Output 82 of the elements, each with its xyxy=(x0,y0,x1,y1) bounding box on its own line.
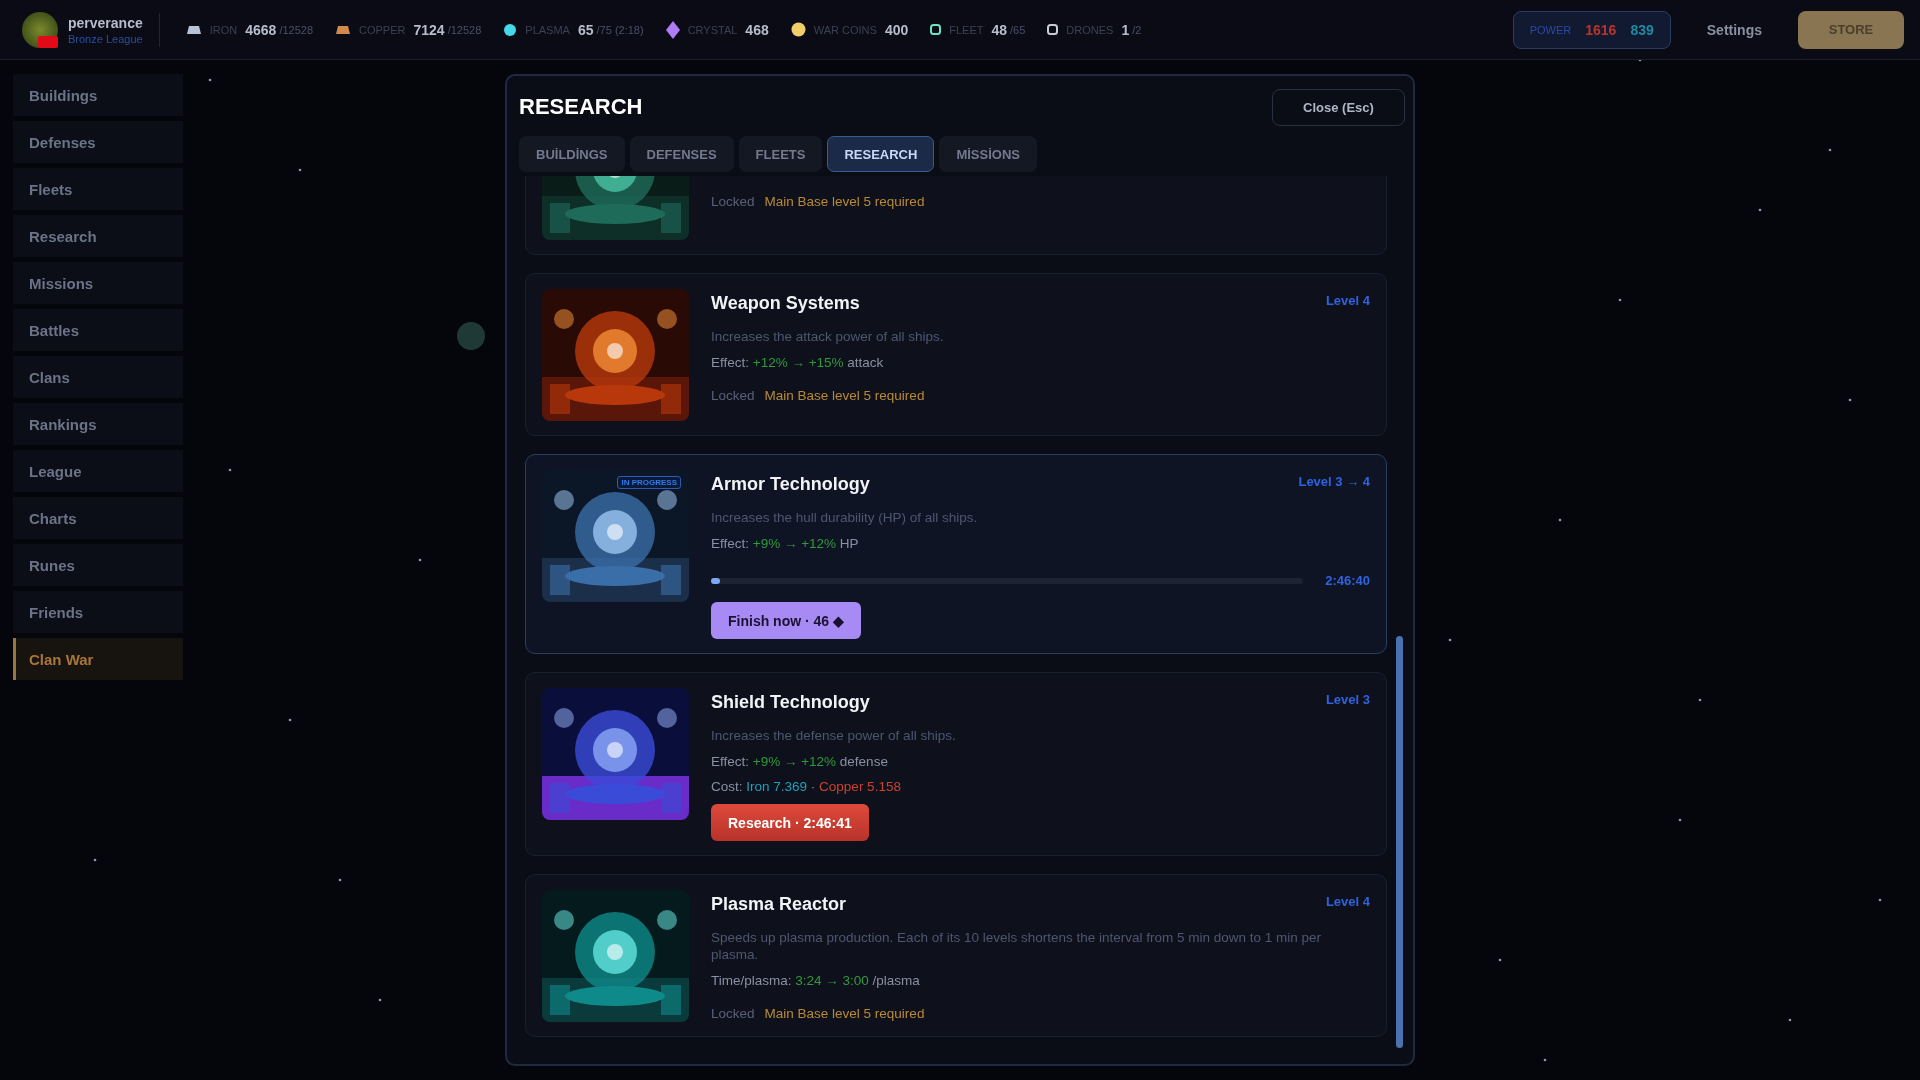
orb-icon xyxy=(503,22,518,37)
level-label: Level 4 xyxy=(1325,293,1370,308)
locked-label: Locked xyxy=(711,1006,755,1021)
metal-bar-icon xyxy=(185,24,202,35)
sidebar-item[interactable]: Battles xyxy=(13,309,183,351)
tab[interactable]: BUİLDİNGS xyxy=(519,136,625,172)
tab[interactable]: DEFENSES xyxy=(629,136,734,172)
description-text: Increases the defense power of all ships. xyxy=(711,727,957,744)
research-button[interactable]: Research · 2:46:41 xyxy=(711,804,869,841)
attack-power: 1616 xyxy=(1585,21,1617,38)
modal-title: RESEARCH xyxy=(519,94,643,120)
card-title: Armor Technology xyxy=(711,474,870,495)
cost-text: Cost: Iron 7.369 · Copper 5.158 xyxy=(711,779,902,794)
resource-cap: /12528 xyxy=(279,23,314,36)
square-icon xyxy=(1047,24,1059,35)
effect-text: Effect: +12% → +15% attack xyxy=(711,355,885,370)
coin-icon xyxy=(790,22,806,37)
requirement-text: Main Base level 5 required xyxy=(764,194,925,209)
card-title: Weapon Systems xyxy=(711,293,860,314)
sidebar-item[interactable]: Missions xyxy=(13,262,183,304)
resource-label: COPPER xyxy=(359,23,406,36)
locked-label: Locked xyxy=(711,194,755,209)
resource-value: 400 xyxy=(884,21,909,38)
effect-text: Effect: +9% → +12% defense xyxy=(711,754,889,769)
resource-value: 65 xyxy=(577,21,594,38)
resource-label: IRON xyxy=(209,23,238,36)
resource-label: CRYSTAL xyxy=(687,23,738,36)
resource-label: FLEET xyxy=(949,23,984,36)
description-text: Increases the hull durability (HP) of all ships. xyxy=(711,509,979,526)
requirement-text: Main Base level 5 required xyxy=(764,388,925,403)
crystal-icon xyxy=(665,20,680,39)
resource-label: PLASMA xyxy=(525,23,570,36)
player-name: perverance xyxy=(68,14,143,31)
card-title: Plasma Reactor xyxy=(711,894,847,915)
description-text: Speeds up plasma production. Each of its 10 levels shortens the interval from 5 min down to 1 min per plasma. xyxy=(711,929,1323,963)
defense-power: 839 xyxy=(1630,21,1654,38)
tab[interactable]: MİSSİONS xyxy=(939,136,1037,172)
resource-label: DRONES xyxy=(1066,23,1114,36)
description-text: Increases the attack power of all ships. xyxy=(711,328,945,345)
resource-cap: /12528 xyxy=(447,23,482,36)
tab[interactable]: RESEARCH xyxy=(827,136,935,172)
settings-button[interactable]: Settings xyxy=(1700,20,1768,39)
resource-value: 1 xyxy=(1121,21,1130,38)
level-label: Level 3 xyxy=(1325,692,1370,707)
resource-label: WAR COINS xyxy=(813,23,877,36)
square-icon xyxy=(930,24,942,35)
sidebar-item[interactable]: Clan War xyxy=(13,638,183,680)
store-button[interactable]: STORE xyxy=(1798,10,1904,49)
sidebar-item[interactable]: Buildings xyxy=(13,74,183,116)
resource-cap: /65 xyxy=(1010,23,1026,36)
resource-value: 7124 xyxy=(413,21,445,38)
sidebar-item[interactable]: Defenses xyxy=(13,121,183,163)
power-label: POWER xyxy=(1529,23,1572,36)
resource-value: 4668 xyxy=(245,21,277,38)
tab[interactable]: FLEETS xyxy=(738,136,823,172)
sidebar-item[interactable]: Friends xyxy=(13,591,183,633)
league-link[interactable]: Bronze League xyxy=(68,32,143,45)
close-button[interactable]: Close (Esc) xyxy=(1272,88,1405,126)
sidebar-item[interactable]: League xyxy=(13,450,183,492)
finish-now-button[interactable]: Finish now · 46 ◆ xyxy=(711,602,861,639)
status-badge: IN PROGRESS xyxy=(617,476,681,489)
card-title: Shield Technology xyxy=(711,692,870,713)
resource-cap: /2 xyxy=(1132,23,1142,36)
metal-bar-icon xyxy=(335,24,352,35)
requirement-text: Main Base level 5 required xyxy=(764,1006,925,1021)
time-remaining: 2:46:40 xyxy=(1325,573,1370,588)
effect-text: Effect: +9% → +12% HP xyxy=(711,536,860,551)
level-label: Level 4 xyxy=(1325,894,1370,909)
resource-cap: /75 (2:18) xyxy=(596,23,644,36)
sidebar-item[interactable]: Rankings xyxy=(13,403,183,445)
sidebar-item[interactable]: Runes xyxy=(13,544,183,586)
effect-text: Time/plasma: 3:24 → 3:00 /plasma xyxy=(711,973,921,988)
avatar-icon[interactable] xyxy=(22,11,58,48)
resource-value: 468 xyxy=(745,21,769,38)
sidebar-item[interactable]: Charts xyxy=(13,497,183,539)
sidebar-item[interactable]: Fleets xyxy=(13,168,183,210)
scrollbar-thumb[interactable] xyxy=(1396,636,1403,1048)
locked-label: Locked xyxy=(711,388,755,403)
sidebar-item[interactable]: Research xyxy=(13,215,183,257)
level-label: Level 3 → 4 xyxy=(1298,474,1370,489)
sidebar-item[interactable]: Clans xyxy=(13,356,183,398)
resource-value: 48 xyxy=(991,21,1008,38)
